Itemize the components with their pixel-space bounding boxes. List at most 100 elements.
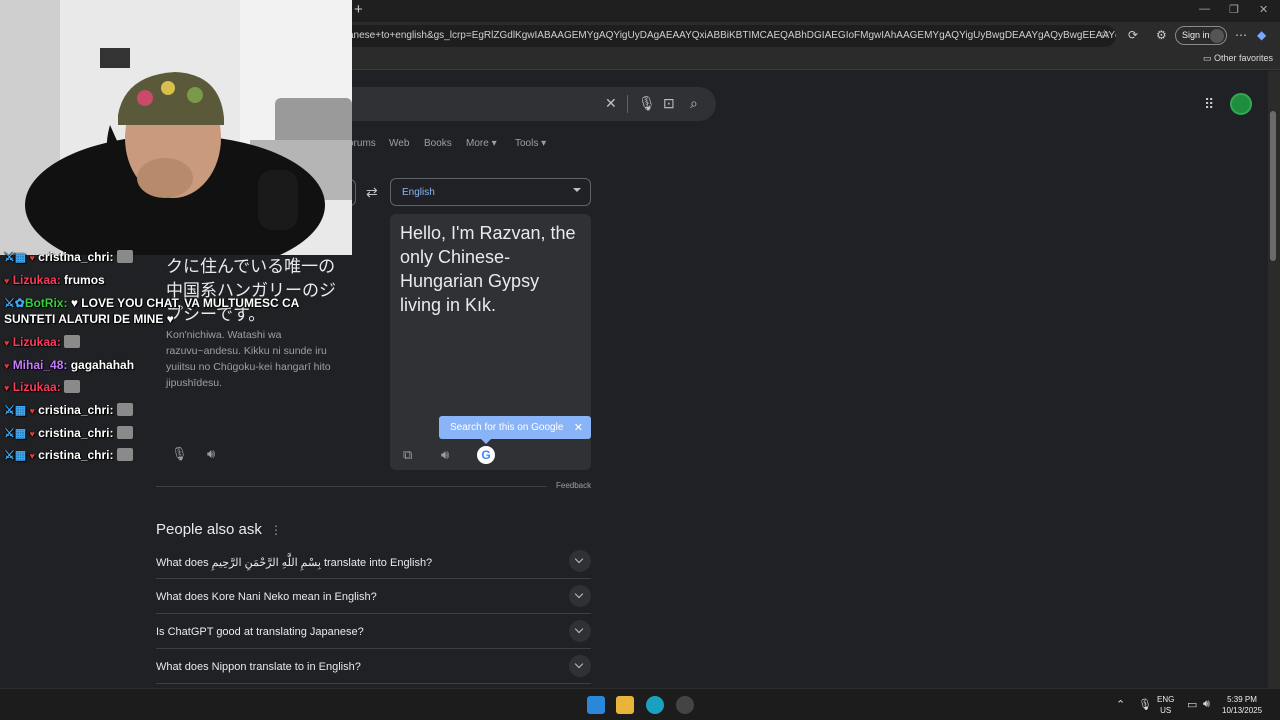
lens-icon[interactable]: ⊡: [663, 95, 675, 112]
network-icon[interactable]: ▭: [1187, 698, 1197, 711]
lang-code: ENG: [1157, 695, 1175, 704]
chevron-down-icon[interactable]: [569, 585, 591, 607]
search-tooltip[interactable]: Search for this on Google ✕: [439, 416, 591, 444]
caret-down-icon: [573, 188, 581, 192]
chat-user: Lizukaa:: [12, 273, 61, 287]
listen-source-icon[interactable]: 🔊︎: [207, 446, 215, 462]
paa-question[interactable]: What does Kore Nani Neko mean in English…: [156, 579, 591, 614]
chat-message: ⚔▦ ♥ cristina_chri:: [4, 250, 133, 264]
heart-badge-icon: ♥: [4, 276, 10, 286]
paa-question-text: Is ChatGPT good at translating Japanese?: [156, 626, 364, 638]
chat-message: ♥ Lizukaa: frumos: [4, 273, 105, 287]
profile-avatar: [1210, 29, 1224, 43]
swap-languages-icon[interactable]: ⇄: [366, 184, 378, 201]
other-favorites-label: Other favorites: [1214, 53, 1274, 63]
search-box[interactable]: ✕ 🎙︎ ⊡ ⌕: [300, 87, 716, 121]
paa-question-text: What does Kore Nani Neko mean in English…: [156, 591, 377, 603]
copy-icon[interactable]: ⧉: [403, 447, 412, 463]
chat-message: SUNTETI ALATURI DE MINE ♥: [4, 312, 174, 326]
emote-icon: [116, 250, 133, 263]
more-options-icon[interactable]: ⋮: [270, 523, 282, 537]
collections-icon[interactable]: ⚙: [1156, 28, 1167, 42]
apps-grid-icon[interactable]: ⠿: [1204, 96, 1214, 113]
edge-browser-icon[interactable]: [646, 696, 664, 714]
extensions-icon[interactable]: ⟳: [1128, 28, 1138, 42]
chat-text: LOVE YOU CHAT, VA MULTUMESC CA: [81, 296, 300, 310]
other-favorites[interactable]: ▭ Other favorites: [1203, 53, 1273, 64]
webcam-feed: [0, 0, 352, 255]
mod-badge-icon: ⚔▦: [4, 403, 27, 417]
mod-badge-icon: ⚔▦: [4, 250, 27, 264]
feedback-link[interactable]: Feedback: [556, 481, 591, 490]
heart-badge-icon: ♥: [4, 338, 10, 348]
chevron-down-icon[interactable]: [569, 655, 591, 677]
start-button[interactable]: [587, 696, 605, 714]
romanization-text: Kon'nichiwa. Watashi wa razuvu~andesu. K…: [166, 329, 331, 389]
microphone-tray-icon[interactable]: 🎙︎: [1138, 698, 1152, 711]
lang-region: US: [1160, 706, 1172, 715]
minimize-icon[interactable]: —: [1199, 3, 1210, 15]
search-icon[interactable]: ⌕: [690, 95, 698, 112]
scrollbar-thumb[interactable]: [1270, 111, 1276, 261]
tab-tools-label: Tools: [515, 138, 539, 149]
heart-badge-icon: ♥: [4, 383, 10, 393]
paa-question-text: What does بِسْمِ اللَّهِ الرَّحْمَنِ الر…: [156, 557, 433, 569]
bot-badge-icon: ⚔✿: [4, 296, 25, 310]
chat-user: Mihai_48:: [12, 358, 68, 372]
heart-badge-icon: ♥: [29, 429, 35, 439]
tab-more-label: More: [466, 138, 489, 149]
source-text[interactable]: クに住んでいる唯一の中国系ハンガリーのジプシーです。: [166, 255, 346, 327]
chevron-down-icon[interactable]: [569, 550, 591, 572]
heart-badge-icon: ♥: [4, 361, 10, 371]
listen-translation-icon[interactable]: 🔊︎: [441, 447, 449, 463]
file-explorer-icon[interactable]: [616, 696, 634, 714]
obs-icon[interactable]: [676, 696, 694, 714]
sign-in-button[interactable]: Sign in: [1175, 26, 1227, 45]
chevron-down-icon[interactable]: [569, 620, 591, 642]
more-menu-icon[interactable]: ⋯: [1235, 28, 1247, 42]
clear-icon[interactable]: ✕: [605, 95, 617, 112]
system-clock[interactable]: 5:39 PM 10/13/2025: [1222, 694, 1262, 716]
clock-date: 10/13/2025: [1222, 706, 1263, 715]
address-bar[interactable]: anese+to+english&gs_lcrp=EgRlZGdlKgwIABA…: [344, 25, 1116, 47]
target-language-select[interactable]: English: [390, 178, 591, 206]
close-window-icon[interactable]: ✕: [1259, 3, 1268, 16]
tab-books[interactable]: Books: [424, 138, 452, 149]
search-divider: [627, 95, 628, 113]
tooltip-close-icon[interactable]: ✕: [574, 421, 583, 434]
tooltip-label: Search for this on Google: [450, 422, 564, 433]
mod-badge-icon: ⚔▦: [4, 448, 27, 462]
chat-message: ⚔▦ ♥ cristina_chri:: [4, 448, 133, 462]
volume-icon[interactable]: 🔊︎: [1203, 698, 1210, 711]
page-scrollbar[interactable]: [1268, 71, 1280, 688]
tab-tools[interactable]: Tools ▾: [515, 138, 546, 149]
new-tab-button[interactable]: +: [354, 2, 368, 18]
microphone-icon[interactable]: 🎙︎: [171, 446, 188, 462]
chat-message: ♥ Mihai_48: gagahahah: [4, 358, 134, 372]
copilot-icon[interactable]: ◆: [1257, 28, 1266, 42]
target-language-label: English: [402, 187, 435, 198]
favorite-star-icon[interactable]: ☆: [1099, 27, 1110, 41]
tray-chevron-icon[interactable]: ⌃: [1116, 698, 1125, 711]
tab-web[interactable]: Web: [389, 138, 409, 149]
chat-message: ♥ Lizukaa:: [4, 380, 81, 394]
language-indicator[interactable]: ENG US: [1157, 694, 1174, 716]
chat-user: cristina_chri:: [38, 426, 114, 440]
tab-more[interactable]: More ▾: [466, 138, 497, 149]
paa-question[interactable]: Is ChatGPT good at translating Japanese?: [156, 614, 591, 649]
chat-user: cristina_chri:: [38, 403, 114, 417]
google-icon[interactable]: G: [477, 446, 495, 464]
restore-icon[interactable]: ❐: [1229, 3, 1239, 16]
account-avatar[interactable]: [1230, 93, 1252, 115]
webcam-overlay: [0, 0, 352, 255]
chat-message: ⚔▦ ♥ cristina_chri:: [4, 426, 133, 440]
tab-forums[interactable]: orums: [348, 138, 376, 149]
paa-question[interactable]: What does Nippon translate to in English…: [156, 649, 591, 684]
paa-question[interactable]: What does بِسْمِ اللَّهِ الرَّحْمَنِ الر…: [156, 544, 591, 579]
translated-text: Hello, I'm Razvan, the only Chinese-Hung…: [400, 223, 576, 315]
heart-badge-icon: ♥: [29, 253, 35, 263]
tooltip-arrow: [481, 439, 491, 444]
chat-user: cristina_chri:: [38, 448, 114, 462]
people-also-ask-title: People also ask: [156, 521, 262, 538]
voice-search-icon[interactable]: 🎙︎: [638, 95, 656, 112]
